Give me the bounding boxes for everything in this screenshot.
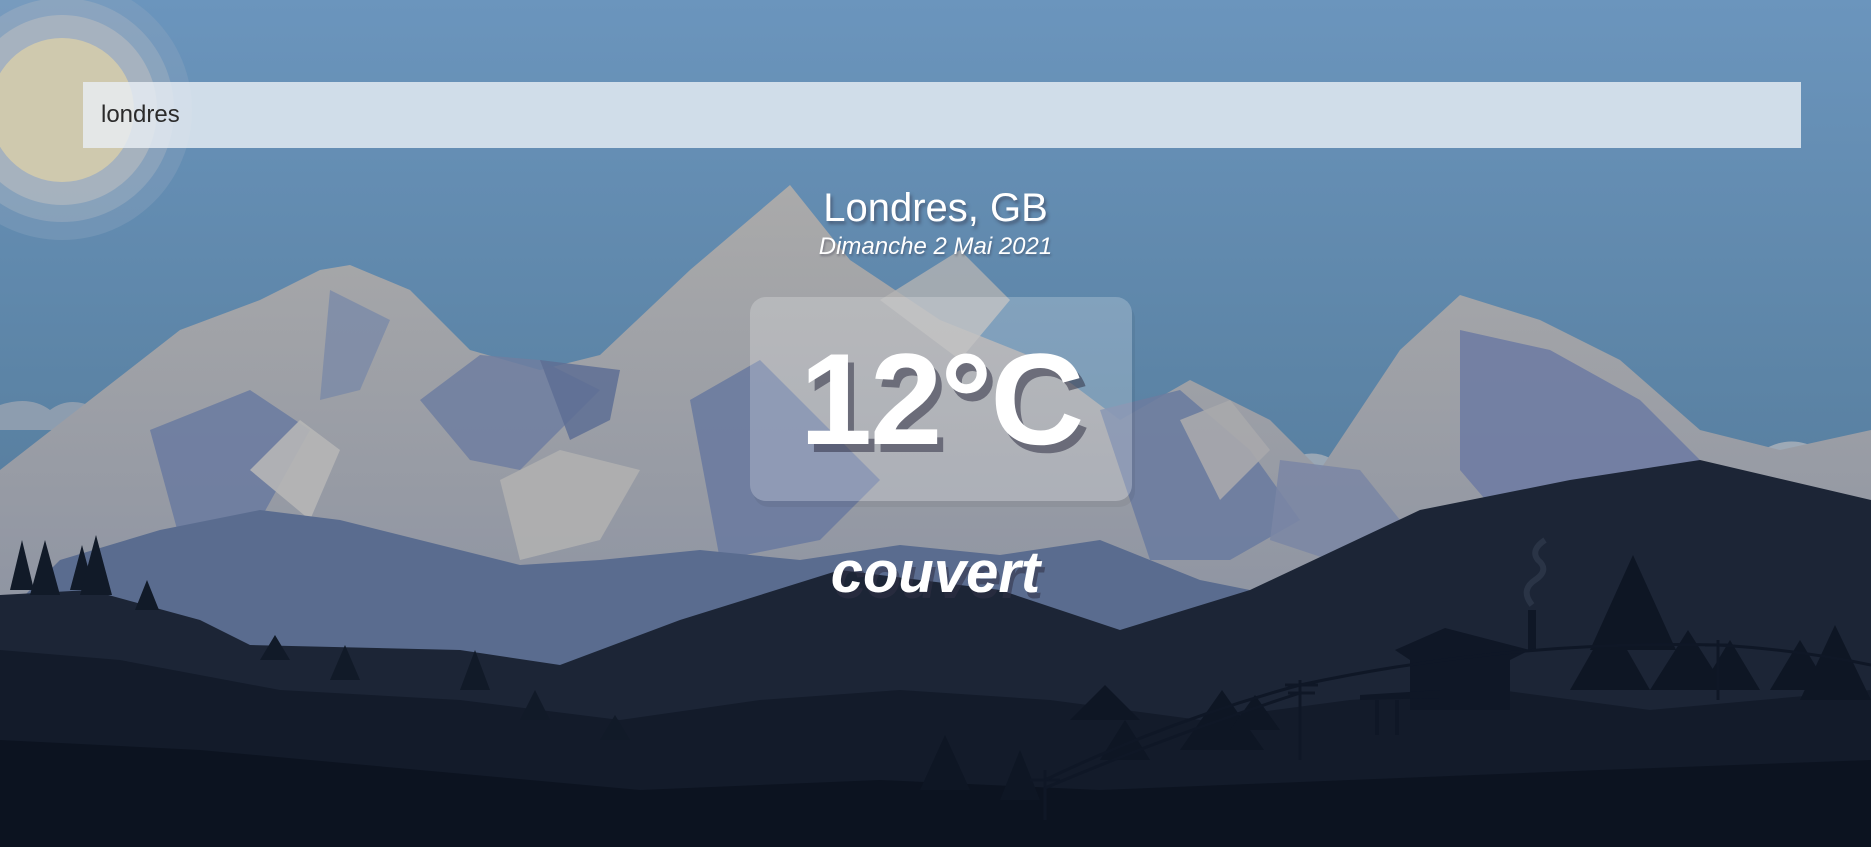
temperature-value: 12°C <box>799 326 1084 472</box>
weather-description: couvert <box>830 540 1041 605</box>
location-box: Londres, GB Dimanche 2 Mai 2021 <box>0 183 1871 261</box>
search-input[interactable] <box>83 82 1801 148</box>
temperature-box: 12°C <box>750 297 1132 501</box>
location-name: Londres, GB <box>823 186 1048 230</box>
current-date: Dimanche 2 Mai 2021 <box>818 233 1053 260</box>
weather-app: Londres, GB Dimanche 2 Mai 2021 12°C cou… <box>0 0 1871 847</box>
